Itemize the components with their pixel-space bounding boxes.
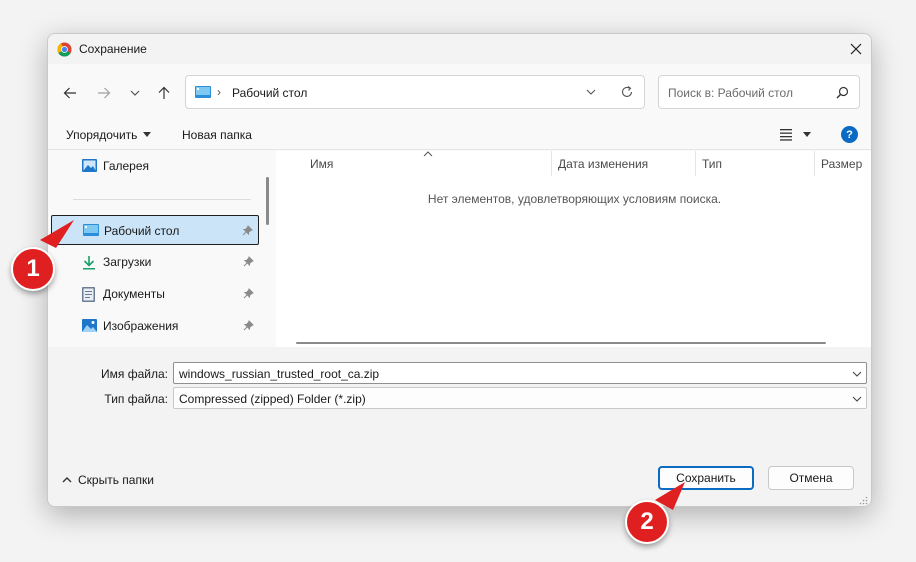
filetype-label: Тип файла:: [104, 392, 168, 406]
sort-ascending-icon: [423, 151, 433, 157]
navigation-bar: › Рабочий стол Поиск в: Рабочий стол: [48, 64, 871, 120]
navigation-pane: Галерея Рабочий стол Загрузки Документы …: [48, 151, 269, 347]
title-bar: Сохранение: [48, 34, 871, 64]
column-divider[interactable]: [551, 151, 552, 176]
column-header-size[interactable]: Размер: [821, 157, 862, 171]
back-button[interactable]: [59, 82, 81, 104]
close-button[interactable]: [841, 34, 871, 64]
search-input[interactable]: Поиск в: Рабочий стол: [658, 75, 860, 109]
sidebar-item-label: Изображения: [103, 319, 179, 333]
sidebar-scrollbar[interactable]: [266, 177, 269, 225]
resize-grip-icon[interactable]: [859, 496, 868, 505]
pictures-icon: [82, 319, 97, 332]
sidebar-item-label: Загрузки: [103, 255, 152, 269]
arrow-right-icon: [98, 87, 111, 99]
gallery-icon: [82, 159, 97, 172]
chrome-icon: [57, 42, 72, 57]
column-divider[interactable]: [814, 151, 815, 176]
close-icon: [850, 43, 862, 55]
downloads-icon: [83, 256, 95, 270]
recent-locations-button[interactable]: [124, 82, 146, 104]
pin-icon[interactable]: [243, 256, 254, 267]
caret-down-icon[interactable]: [143, 132, 151, 137]
column-divider[interactable]: [695, 151, 696, 176]
empty-message: Нет элементов, удовлетворяющих условиям …: [427, 192, 722, 206]
chevron-down-icon: [130, 90, 140, 96]
dialog-footer: Скрыть папки Сохранить Отмена: [48, 451, 871, 506]
hide-folders-button[interactable]: Скрыть папки: [62, 473, 154, 487]
chevron-down-icon[interactable]: [585, 86, 597, 98]
filetype-value: Compressed (zipped) Folder (*.zip): [179, 392, 366, 406]
filename-field[interactable]: windows_russian_trusted_root_ca.zip: [173, 362, 867, 384]
filename-value: windows_russian_trusted_root_ca.zip: [179, 367, 380, 381]
desktop-icon: [83, 224, 99, 236]
sidebar-item-label: Рабочий стол: [104, 224, 180, 238]
sidebar-item-label: Документы: [103, 287, 165, 301]
file-list: Имя Дата изменения Тип Размер Нет элемен…: [276, 151, 871, 347]
chevron-up-icon: [62, 477, 72, 483]
arrow-up-icon: [158, 86, 170, 99]
cancel-button[interactable]: Отмена: [768, 466, 854, 490]
window-title: Сохранение: [79, 42, 147, 56]
file-fields: Имя файла: windows_russian_trusted_root_…: [48, 347, 871, 451]
caret-down-icon[interactable]: [803, 132, 811, 137]
desktop-icon: [195, 86, 211, 98]
pin-icon[interactable]: [242, 225, 253, 236]
chevron-down-icon[interactable]: [852, 394, 862, 404]
sidebar-item-pictures[interactable]: Изображения: [51, 311, 259, 341]
sidebar-divider: [73, 199, 251, 200]
column-header-type[interactable]: Тип: [702, 157, 722, 171]
annotation-pointer-1: [40, 220, 74, 248]
arrow-left-icon: [63, 87, 76, 99]
breadcrumb-separator: ›: [217, 85, 221, 99]
refresh-icon[interactable]: [620, 85, 634, 99]
sidebar-item-desktop[interactable]: Рабочий стол: [51, 215, 259, 245]
up-button[interactable]: [153, 82, 175, 104]
view-list-icon[interactable]: [779, 128, 793, 141]
column-header-date[interactable]: Дата изменения: [558, 157, 648, 171]
search-icon: [836, 86, 849, 99]
command-bar: Упорядочить Новая папка ?: [48, 120, 871, 150]
pin-icon[interactable]: [243, 288, 254, 299]
annotation-badge-1: 1: [11, 247, 55, 291]
sidebar-item-downloads[interactable]: Загрузки: [51, 247, 259, 277]
chevron-down-icon[interactable]: [852, 369, 862, 379]
documents-icon: [82, 287, 95, 302]
pin-icon[interactable]: [243, 320, 254, 331]
help-button[interactable]: ?: [841, 126, 858, 143]
sidebar-item-documents[interactable]: Документы: [51, 279, 259, 309]
forward-button[interactable]: [93, 82, 115, 104]
organize-menu[interactable]: Упорядочить: [66, 128, 137, 142]
filetype-select[interactable]: Compressed (zipped) Folder (*.zip): [173, 387, 867, 409]
sidebar-item-label: Галерея: [103, 159, 150, 173]
breadcrumb-desktop[interactable]: Рабочий стол: [232, 86, 307, 100]
hide-folders-label: Скрыть папки: [78, 473, 154, 487]
address-bar[interactable]: › Рабочий стол: [185, 75, 645, 109]
save-dialog: Сохранение › Рабочий стол Поиск в: Рабоч…: [47, 33, 872, 507]
column-header-name[interactable]: Имя: [310, 157, 333, 171]
horizontal-scrollbar[interactable]: [296, 342, 826, 344]
new-folder-button[interactable]: Новая папка: [182, 128, 252, 142]
annotation-badge-2: 2: [625, 500, 669, 544]
search-placeholder: Поиск в: Рабочий стол: [668, 86, 793, 100]
sidebar-item-gallery[interactable]: Галерея: [51, 151, 259, 181]
filename-label: Имя файла:: [101, 367, 168, 381]
